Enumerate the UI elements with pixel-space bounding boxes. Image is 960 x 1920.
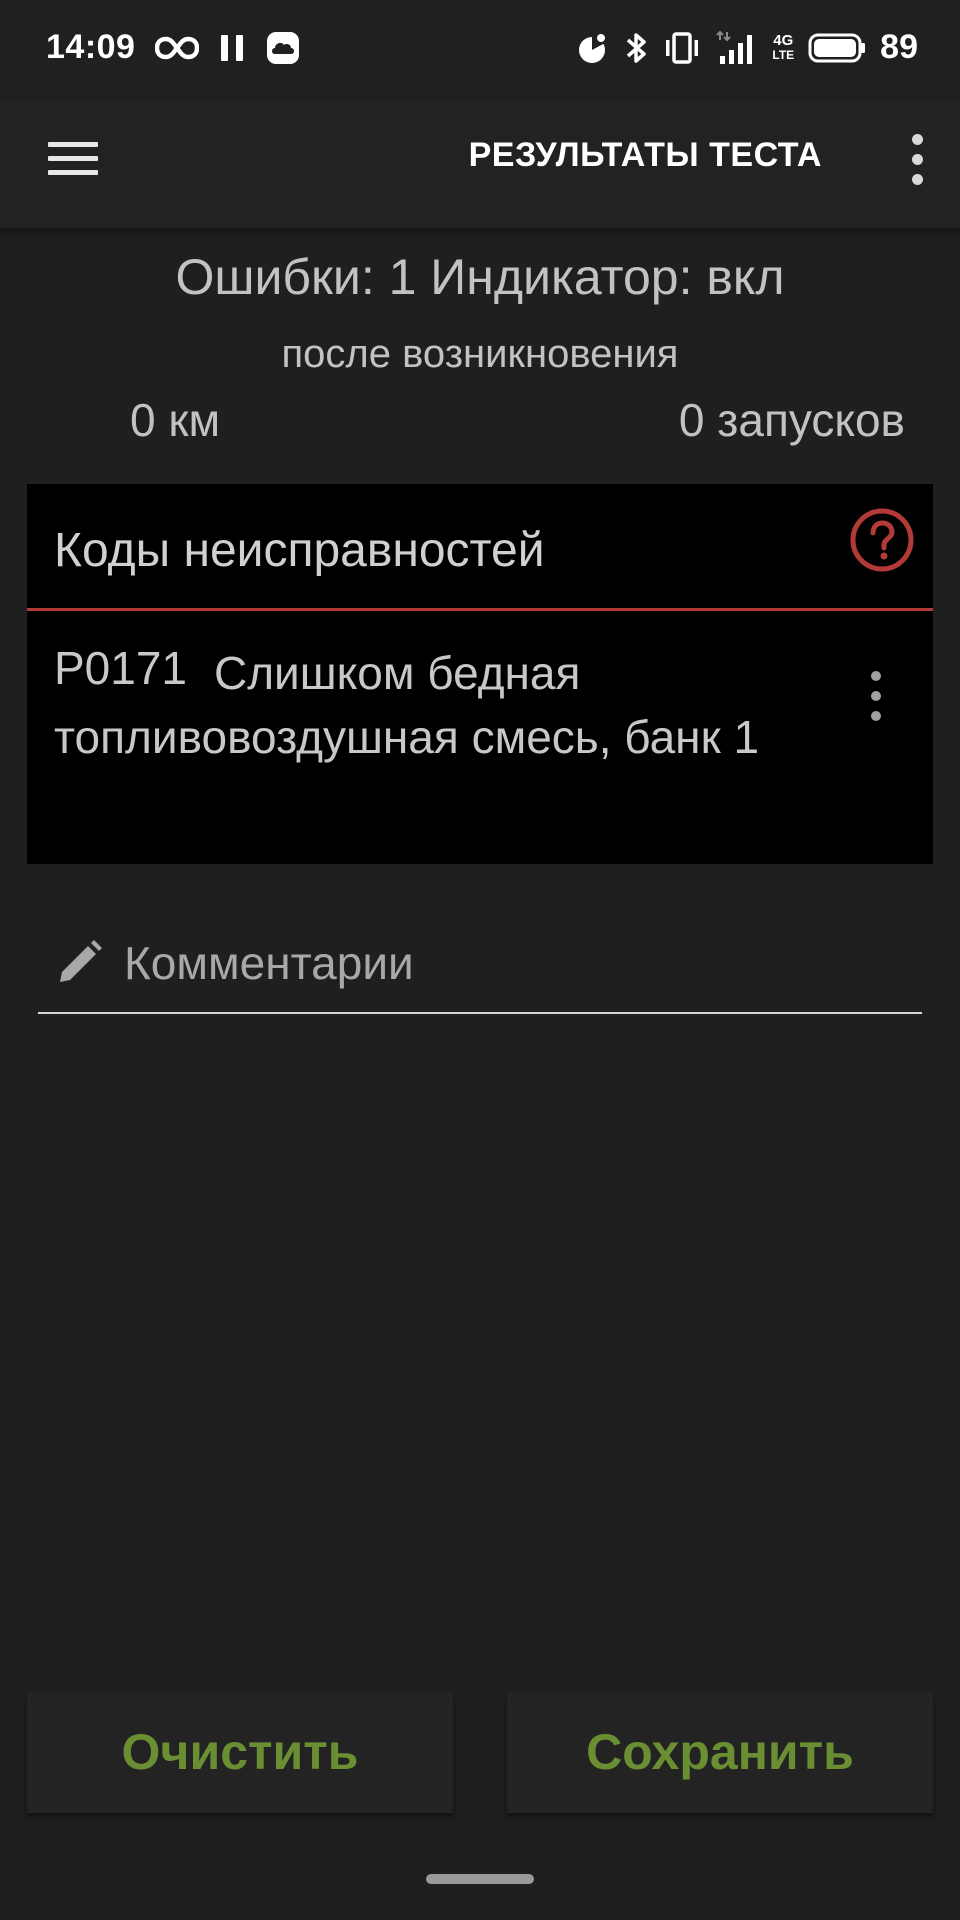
pause-icon (221, 35, 243, 61)
starts-since-value: 0 запусков (678, 394, 905, 446)
bluetooth-icon (627, 32, 647, 63)
home-indicator[interactable] (426, 1874, 534, 1884)
menu-icon-bar (48, 142, 98, 147)
comments-input[interactable] (122, 932, 916, 994)
dtc-description: Слишком бедная топливовоздушная смесь, б… (54, 647, 760, 763)
help-icon[interactable] (849, 507, 915, 573)
overflow-menu-button[interactable] (898, 128, 938, 192)
network-type: 4G LTE (772, 31, 795, 62)
status-left-icons (155, 30, 301, 66)
data-saver-icon (579, 33, 606, 63)
overflow-dot (912, 174, 923, 185)
clear-button[interactable]: Очистить (27, 1691, 453, 1813)
page-title: РЕЗУЛЬТАТЫ ТЕСТА (468, 136, 822, 174)
vibrate-icon (666, 31, 699, 64)
since-occurrence-label: после возникновения (281, 332, 679, 376)
status-right-icons: 4G LTE 89 (574, 28, 918, 67)
cloud-icon (267, 32, 299, 64)
menu-button[interactable] (44, 130, 104, 190)
app-screen: 14:09 4G LTE 89 РЕЗУЛЬТАТЫ ТЕСТА Ошибки:… (0, 0, 960, 1920)
status-time: 14:09 (46, 28, 136, 66)
app-bar: РЕЗУЛЬТАТЫ ТЕСТА (0, 100, 960, 228)
network-type-top: 4G (773, 31, 794, 49)
dtc-section-title: Коды неисправностей (54, 524, 545, 577)
menu-icon-bar (48, 156, 98, 161)
overflow-dot (871, 711, 881, 721)
infinity-icon (155, 36, 199, 60)
dtc-card: Коды неисправностей P0171 Слишком бедная… (27, 484, 933, 864)
save-button[interactable]: Сохранить (507, 1691, 933, 1813)
overflow-dot (912, 134, 923, 145)
network-type-bottom: LTE (772, 47, 795, 62)
battery-icon (808, 33, 866, 62)
dtc-header: Коды неисправностей (27, 484, 933, 611)
status-bar: 14:09 4G LTE 89 (0, 0, 960, 100)
overflow-dot (871, 671, 881, 681)
km-since-value: 0 км (130, 394, 221, 446)
dtc-item-menu-button[interactable] (865, 669, 889, 725)
pencil-icon (60, 940, 102, 982)
battery-percent: 89 (880, 28, 918, 66)
menu-icon-bar (48, 170, 98, 175)
signal-icon (716, 30, 753, 64)
overflow-dot (871, 691, 881, 701)
dtc-list-item[interactable]: P0171 Слишком бедная топливовоздушная см… (27, 611, 933, 864)
errors-indicator-summary: Ошибки: 1 Индикатор: вкл (175, 249, 785, 305)
overflow-dot (912, 154, 923, 165)
comments-field (38, 920, 922, 1014)
